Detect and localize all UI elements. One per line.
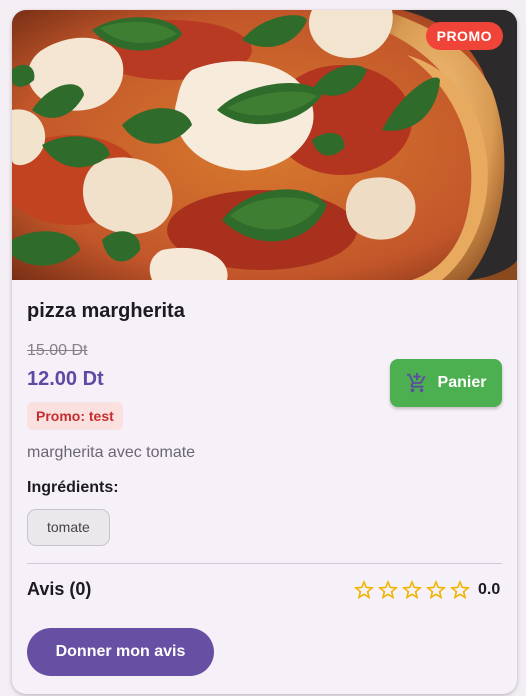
pizza-photo [12,10,517,280]
current-price: 12.00 Dt [27,368,104,390]
divider [27,563,502,564]
promo-tag: Promo: test [27,402,123,430]
product-card: PROMO pizza margherita 15.00 Dt 12.00 Dt… [12,10,517,694]
add-shopping-cart-icon [406,372,425,393]
star-outline-icon [450,580,470,599]
old-price: 15.00 Dt [27,342,88,359]
rating-value: 0.0 [478,581,501,598]
reviews-heading: Avis (0) [27,579,92,599]
star-outline-icon [402,580,422,599]
give-review-button[interactable]: Donner mon avis [27,628,214,676]
star-outline-icon [426,580,446,599]
ingredient-chip: tomate [27,509,110,546]
product-description: margherita avec tomate [27,444,196,461]
add-to-cart-label: Panier [437,374,487,391]
product-title: pizza margherita [27,300,185,322]
star-outline-icon [378,580,398,599]
add-to-cart-button[interactable]: Panier [390,359,502,407]
promo-badge: PROMO [425,22,503,50]
star-rating: 0.0 [352,578,500,602]
ingredients-heading: Ingrédients: [27,479,119,496]
star-outline-icon [354,580,374,599]
product-image: PROMO [12,10,517,280]
